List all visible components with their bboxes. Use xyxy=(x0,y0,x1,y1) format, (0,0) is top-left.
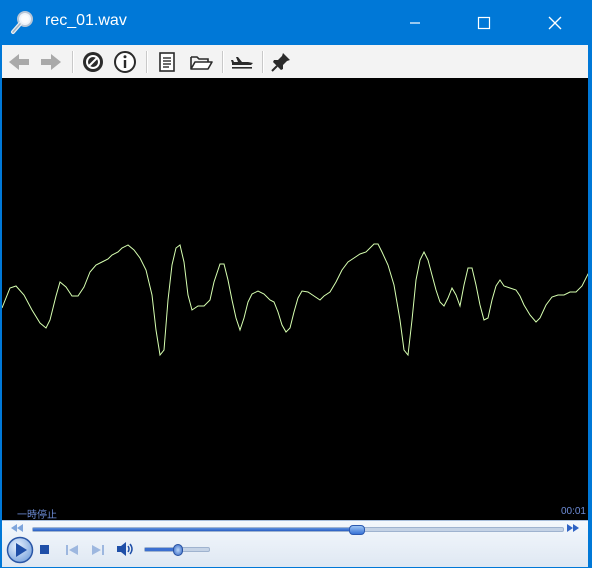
fast-forward-icon xyxy=(567,524,579,532)
stop-square-icon xyxy=(40,545,49,554)
airplane-button[interactable] xyxy=(228,48,256,75)
previous-track-icon xyxy=(66,545,78,555)
seek-bar[interactable] xyxy=(32,525,564,535)
open-folder-icon xyxy=(190,55,213,70)
back-button[interactable] xyxy=(6,48,32,75)
play-icon xyxy=(6,536,34,564)
forward-arrow-icon xyxy=(41,53,61,70)
minimize-icon xyxy=(410,21,420,24)
play-button[interactable] xyxy=(6,536,34,564)
open-folder-button[interactable] xyxy=(188,48,214,75)
toolbar-separator xyxy=(222,51,224,73)
minimize-button[interactable] xyxy=(392,0,438,45)
stop-sign-icon xyxy=(83,51,103,72)
document-button[interactable] xyxy=(154,48,180,75)
toolbar-separator xyxy=(146,51,148,73)
back-arrow-icon xyxy=(9,53,29,70)
waveform-canvas xyxy=(1,243,592,357)
seek-progress xyxy=(33,528,357,531)
window-title: rec_01.wav xyxy=(45,12,127,29)
close-icon xyxy=(548,16,562,29)
next-track-icon xyxy=(92,545,104,555)
fast-forward-button[interactable] xyxy=(566,523,580,533)
pin-button[interactable] xyxy=(268,48,294,75)
info-icon xyxy=(114,50,136,73)
media-player-window: rec_01.wav 一時停止 00:01 xyxy=(0,0,592,568)
pin-icon xyxy=(271,52,290,72)
volume-slider[interactable] xyxy=(144,544,210,556)
stop-playback-button[interactable] xyxy=(38,543,52,557)
document-icon xyxy=(159,51,175,72)
seek-thumb[interactable] xyxy=(349,525,366,535)
waveform-line xyxy=(1,243,592,357)
title-bar[interactable]: rec_01.wav xyxy=(0,0,592,45)
magnifier-app-icon xyxy=(10,9,36,35)
next-button[interactable] xyxy=(90,543,106,557)
toolbar xyxy=(2,45,588,79)
mute-button[interactable] xyxy=(116,541,136,557)
info-button[interactable] xyxy=(112,48,138,75)
elapsed-time-label: 00:01 xyxy=(560,506,586,517)
volume-thumb[interactable] xyxy=(173,544,183,556)
toolbar-separator xyxy=(72,51,74,73)
playback-controls xyxy=(2,520,588,567)
rewind-button[interactable] xyxy=(10,523,24,533)
close-button[interactable] xyxy=(532,0,578,45)
maximize-button[interactable] xyxy=(461,0,507,45)
stop-button[interactable] xyxy=(80,48,106,75)
forward-button[interactable] xyxy=(38,48,64,75)
maximize-icon xyxy=(477,16,491,29)
playback-state-label: 一時停止 xyxy=(17,510,57,521)
previous-button[interactable] xyxy=(64,543,80,557)
airplane-icon xyxy=(231,56,253,69)
waveform-visualizer xyxy=(1,78,592,520)
rewind-icon xyxy=(11,524,23,532)
speaker-icon xyxy=(117,542,133,556)
toolbar-separator xyxy=(262,51,264,73)
